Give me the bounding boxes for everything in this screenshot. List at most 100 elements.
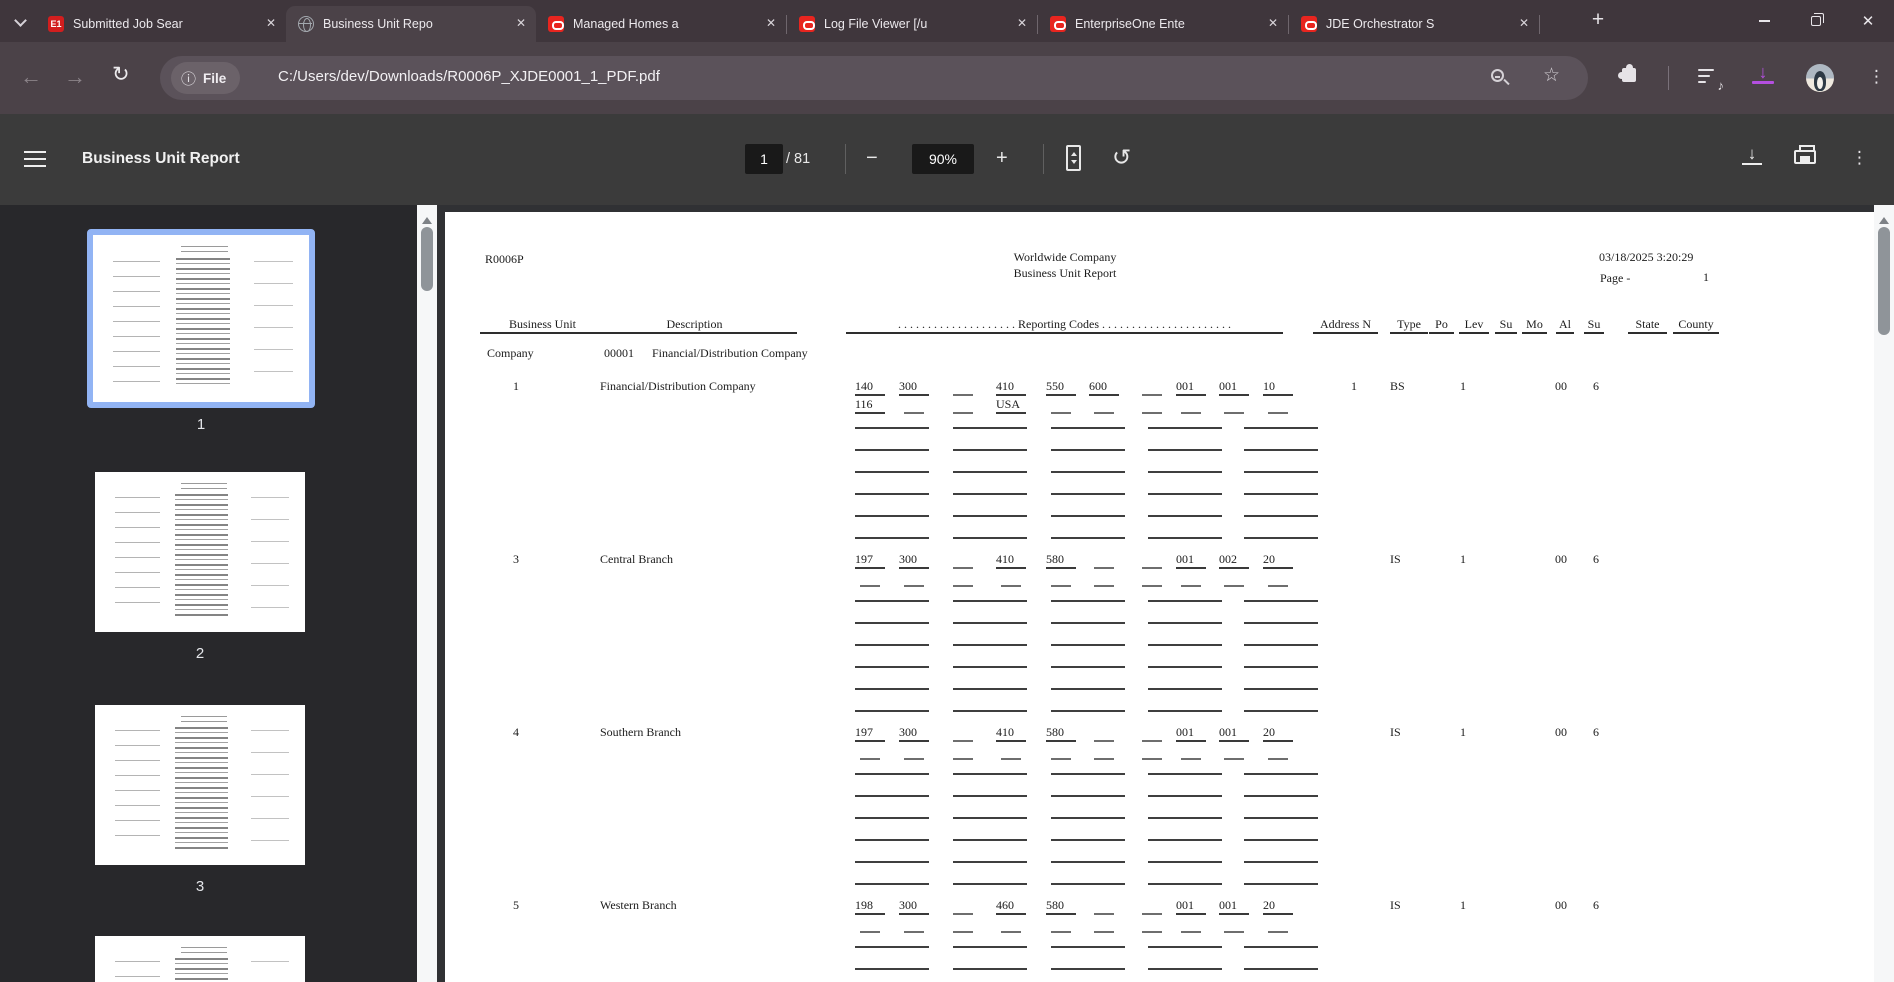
blank-field-line [1244, 861, 1318, 863]
blank-field-line [953, 710, 1027, 712]
reporting-code-value: 197 [855, 725, 887, 739]
thumbnail-page-2[interactable] [95, 472, 305, 632]
column-header-bu: Business Unit [480, 317, 605, 334]
blank-field-line [1148, 883, 1222, 885]
code-underline [855, 913, 885, 915]
code-underline [1176, 913, 1206, 915]
code-underline [1046, 740, 1076, 742]
scroll-up-arrow-icon[interactable] [422, 212, 432, 224]
blank-field-line [953, 537, 1027, 539]
pdf-more-options-button[interactable]: ⋮ [1851, 148, 1868, 168]
tab-title: Submitted Job Sear [73, 17, 258, 31]
column-header-type: Type [1390, 317, 1428, 334]
tab-search-chevron-icon[interactable] [10, 12, 34, 32]
restore-button[interactable] [1790, 0, 1842, 42]
tab-close-icon[interactable]: ✕ [512, 15, 530, 33]
blank-code-line [953, 913, 973, 915]
fit-to-page-icon[interactable] [1066, 145, 1081, 171]
address-bar[interactable]: ⓘ File C:/Users/dev/Downloads/R0006P_XJD… [160, 56, 1588, 100]
blank-field-line [855, 644, 929, 646]
reporting-code-value: 20 [1263, 725, 1295, 739]
tab-jde-orchestrator-s[interactable]: JDE Orchestrator S✕ [1289, 6, 1539, 42]
media-controls-icon[interactable]: ♪ [1698, 67, 1722, 89]
blank-code-line [1181, 585, 1201, 587]
report-id: R0006P [485, 252, 524, 266]
download-arrow-icon: ↓ [1752, 64, 1774, 80]
thumbnail-page-label: 3 [95, 878, 305, 895]
new-tab-button[interactable]: + [1584, 7, 1612, 35]
blank-field-line [1148, 688, 1222, 690]
zoom-out-button[interactable]: − [866, 147, 878, 170]
browser-toolbar: ← → ↻ ⓘ File C:/Users/dev/Downloads/R000… [0, 42, 1894, 114]
su-value: 6 [1593, 552, 1599, 566]
zoom-in-button[interactable]: + [996, 147, 1008, 170]
back-button[interactable]: ← [20, 64, 42, 90]
bookmark-star-icon[interactable]: ☆ [1543, 64, 1560, 87]
reporting-code-value: 001 [1176, 898, 1208, 912]
zoom-out-page-icon[interactable] [1491, 69, 1504, 82]
thumbnail-art [175, 494, 228, 618]
tab-log-file-viewer-u[interactable]: Log File Viewer [/u✕ [787, 6, 1037, 42]
zoom-level-input[interactable]: 90% [912, 144, 974, 174]
blank-field-line [953, 839, 1027, 841]
minimize-button[interactable] [1738, 0, 1790, 42]
tab-close-icon[interactable]: ✕ [762, 15, 780, 33]
blank-field-line [1244, 839, 1318, 841]
business-unit-number: 5 [513, 898, 537, 912]
extensions-puzzle-icon[interactable] [1622, 68, 1636, 82]
al-value: 00 [1555, 379, 1567, 393]
reporting-code-value: 20 [1263, 898, 1295, 912]
blank-field-line [1244, 471, 1318, 473]
thumbnail-page-4[interactable] [95, 936, 305, 982]
blank-code-line [1142, 758, 1162, 760]
forward-button[interactable]: → [64, 64, 86, 90]
thumbnail-page-1[interactable] [87, 229, 315, 408]
thumbnail-page-3[interactable] [95, 705, 305, 865]
main-scrollbar[interactable] [1874, 205, 1894, 982]
column-header-su2: Su [1584, 317, 1604, 334]
toolbar-divider [1668, 66, 1669, 90]
tab-enterpriseone-ente[interactable]: EnterpriseOne Ente✕ [1038, 6, 1288, 42]
browser-menu-button[interactable]: ⋮ [1868, 67, 1885, 87]
tab-submitted-job-sear[interactable]: E1Submitted Job Sear✕ [36, 6, 286, 42]
close-window-button[interactable]: ✕ [1842, 0, 1894, 42]
reporting-code-value: 140 [855, 379, 887, 393]
blank-field-line [953, 773, 1027, 775]
pdf-menu-icon[interactable] [24, 151, 46, 167]
code-underline [855, 412, 885, 414]
page-number-input[interactable]: 1 [745, 144, 783, 174]
reporting-code-value: 600 [1089, 379, 1121, 393]
profile-avatar[interactable] [1806, 64, 1834, 92]
thumbnail-sidebar: 123 [0, 205, 417, 982]
code-underline [1046, 394, 1076, 396]
reporting-code-value: 580 [1046, 725, 1078, 739]
scrollbar-thumb[interactable] [1878, 227, 1890, 335]
tab-managed-homes-a[interactable]: Managed Homes a✕ [536, 6, 786, 42]
sidebar-scrollbar[interactable] [417, 205, 437, 982]
reporting-code-value: 001 [1219, 898, 1251, 912]
url-text[interactable]: C:/Users/dev/Downloads/R0006P_XJDE0001_1… [278, 68, 660, 85]
column-header-desc: Description [592, 317, 797, 334]
tab-close-icon[interactable]: ✕ [262, 15, 280, 33]
reload-button[interactable]: ↻ [112, 62, 130, 87]
scrollbar-thumb[interactable] [421, 227, 433, 291]
print-icon[interactable] [1794, 150, 1816, 164]
address-number-value: 1 [1313, 379, 1357, 393]
downloads-button[interactable]: ↓ [1752, 64, 1774, 84]
scroll-up-arrow-icon[interactable] [1879, 212, 1889, 224]
rotate-counterclockwise-icon[interactable]: ↺ [1112, 144, 1131, 171]
reporting-code-value: 580 [1046, 898, 1078, 912]
pdf-download-button[interactable]: ↓ [1742, 146, 1762, 165]
blank-field-line [1244, 688, 1318, 690]
blank-code-line [1224, 412, 1244, 414]
tab-close-icon[interactable]: ✕ [1013, 15, 1031, 33]
blank-field-line [953, 515, 1027, 517]
file-scheme-chip[interactable]: ⓘ File [171, 62, 240, 94]
al-value: 00 [1555, 552, 1567, 566]
level-value: 1 [1460, 898, 1466, 912]
column-header-al: Al [1556, 317, 1574, 334]
tab-close-icon[interactable]: ✕ [1515, 15, 1533, 33]
tab-close-icon[interactable]: ✕ [1264, 15, 1282, 33]
tab-business-unit-repo[interactable]: Business Unit Repo✕ [286, 6, 536, 42]
report-datetime: 03/18/2025 3:20:29 [1599, 250, 1693, 264]
